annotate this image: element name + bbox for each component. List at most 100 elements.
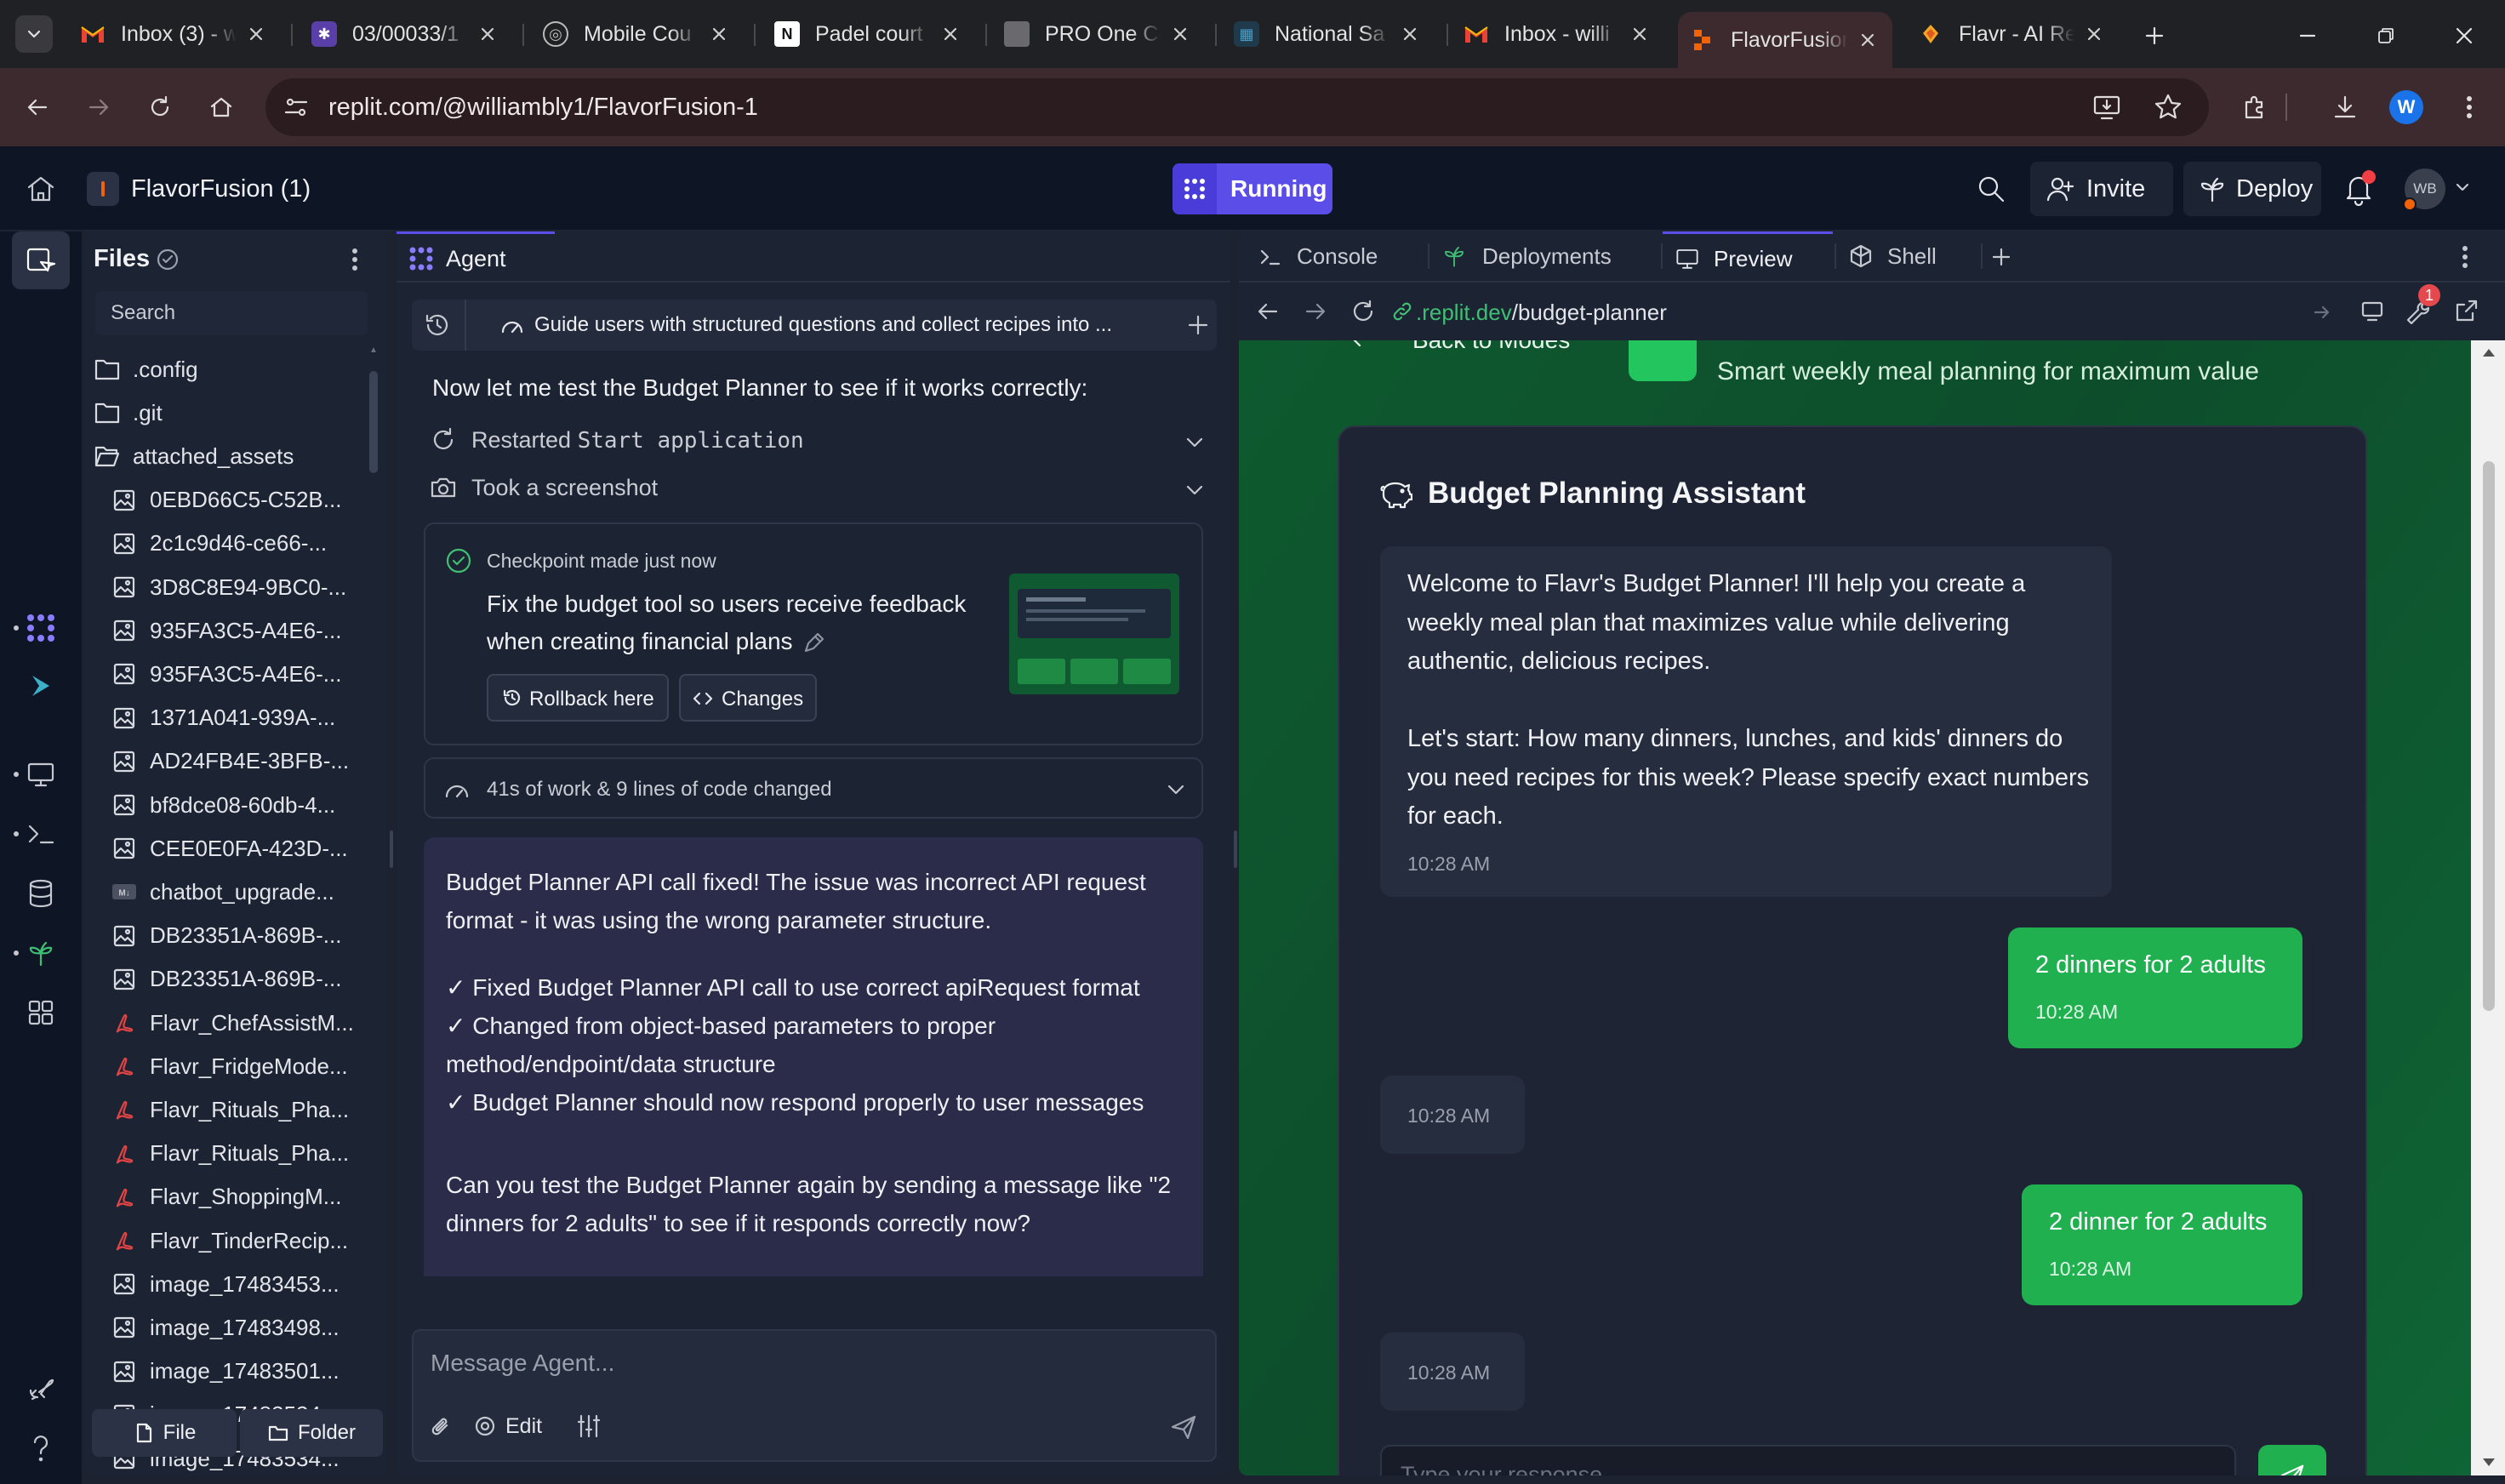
install-app-icon[interactable] (2091, 92, 2122, 123)
new-thread-plus-icon[interactable] (1186, 313, 1210, 337)
arrow-left-icon[interactable] (1256, 300, 1280, 323)
forward-button[interactable] (78, 87, 119, 128)
database-icon[interactable] (22, 875, 60, 912)
learn-rocket-icon[interactable] (22, 1370, 60, 1407)
file-item[interactable]: 935FA3C5-A4E6-... (111, 655, 366, 693)
more-vertical-icon[interactable] (2461, 245, 2469, 269)
file-item[interactable]: 935FA3C5-A4E6-... (111, 612, 366, 649)
files-icon[interactable] (22, 242, 60, 279)
browser-tab[interactable]: ◎ Mobile Cou (531, 12, 744, 56)
response-input[interactable]: Type your response... (1380, 1445, 2236, 1475)
agent-icon[interactable] (22, 609, 60, 647)
run-button[interactable]: Running (1173, 163, 1332, 214)
bookmark-star-icon[interactable] (2153, 92, 2183, 123)
home-button[interactable] (201, 87, 242, 128)
browser-tab[interactable]: Inbox (3) - w (68, 12, 281, 56)
close-icon[interactable] (1627, 21, 1652, 47)
changes-button[interactable]: Changes (679, 674, 817, 722)
close-window-button[interactable] (2445, 17, 2483, 54)
profile-avatar[interactable]: W (2389, 90, 2423, 124)
preview-scrollbar[interactable] (2471, 340, 2505, 1475)
file-item[interactable]: 1371A041-939A-... (111, 699, 366, 737)
browser-tab[interactable]: Inbox - willi (1452, 12, 1664, 56)
extensions-button[interactable] (2234, 87, 2275, 128)
add-tab-plus-icon[interactable] (1991, 247, 2011, 267)
file-item[interactable]: DB23351A-869B-... (111, 961, 366, 998)
devices-icon[interactable] (2360, 298, 2388, 325)
notifications-bell-icon[interactable] (2343, 170, 2376, 206)
folder-item[interactable]: .git (94, 394, 362, 431)
action-row-restart[interactable]: Restarted Start application (429, 420, 1212, 459)
file-item[interactable]: CEE0E0FA-423D-... (111, 830, 366, 867)
minimize-window-button[interactable] (2289, 17, 2326, 54)
downloads-button[interactable] (2325, 87, 2365, 128)
preview-url-input[interactable]: .replit.dev/budget-planner (1392, 289, 2342, 334)
close-icon[interactable] (1855, 27, 1880, 53)
preview-monitor-icon[interactable] (22, 756, 60, 793)
address-bar[interactable]: replit.com/@williambly1/FlavorFusion-1 (265, 78, 2209, 136)
file-item[interactable]: image_17483498... (111, 1309, 366, 1346)
home-icon[interactable] (24, 172, 58, 206)
file-item[interactable]: Flavr_Rituals_Pha... (111, 1135, 366, 1173)
arrow-right-icon[interactable] (2313, 303, 2331, 322)
file-item[interactable]: image_17483453... (111, 1265, 366, 1303)
files-search-input[interactable]: Search (94, 289, 369, 337)
tab-deployments[interactable]: Deployments (1429, 231, 1659, 281)
edit-mode-button[interactable]: Edit (473, 1407, 558, 1445)
browser-tab[interactable]: Flavr - AI Re (1906, 12, 2119, 56)
tab-shell[interactable]: Shell (1836, 231, 1981, 281)
new-file-button[interactable]: File (92, 1409, 237, 1457)
file-item[interactable]: Flavr_ShoppingM... (111, 1179, 366, 1216)
send-icon[interactable] (1169, 1413, 1198, 1441)
thread-title[interactable]: Guide users with structured questions an… (534, 313, 1112, 337)
open-in-new-tab-icon[interactable] (2454, 298, 2479, 323)
browser-tab-active[interactable]: FlavorFusion (1678, 12, 1892, 68)
pencil-icon[interactable] (802, 631, 825, 655)
tab-agent[interactable]: Agent (397, 231, 555, 281)
files-menu-button[interactable] (351, 247, 359, 272)
all-tools-grid-icon[interactable] (22, 994, 60, 1031)
sliders-icon[interactable] (575, 1413, 602, 1440)
file-item[interactable]: 3D8C8E94-9BC0-... (111, 568, 366, 606)
panel-resize-handle[interactable] (1234, 830, 1237, 868)
file-item[interactable]: AD24FB4E-3BFB-... (111, 743, 366, 780)
invite-button[interactable]: Invite (2030, 162, 2173, 216)
deploy-button[interactable]: Deploy (2183, 162, 2321, 216)
back-button[interactable] (17, 87, 58, 128)
send-response-button[interactable] (2258, 1445, 2326, 1475)
browser-tab[interactable]: N Padel court (762, 12, 975, 56)
deployments-icon[interactable] (22, 934, 60, 972)
console-icon[interactable] (22, 815, 60, 853)
work-summary-row[interactable]: 41s of work & 9 lines of code changed (424, 757, 1203, 819)
history-icon[interactable] (424, 311, 451, 339)
restore-window-button[interactable] (2367, 17, 2405, 54)
folder-item[interactable]: .config (94, 351, 362, 388)
close-icon[interactable] (475, 21, 500, 47)
tab-preview-active[interactable]: Preview (1663, 231, 1833, 281)
help-icon[interactable] (22, 1430, 60, 1467)
file-item[interactable]: Flavr_ChefAssistM... (111, 1004, 366, 1042)
browser-tab[interactable]: PRO One Cc (992, 12, 1205, 56)
chevron-down-icon[interactable] (2454, 179, 2471, 196)
devtools-button[interactable]: 1 (2405, 284, 2440, 327)
back-to-modes-link[interactable]: Back to Modes (1412, 340, 1570, 354)
browser-menu-button[interactable] (2449, 87, 2490, 128)
panel-resize-handle[interactable] (390, 830, 393, 868)
rollback-button[interactable]: Rollback here (487, 674, 669, 722)
file-item[interactable]: Flavr_FridgeMode... (111, 1047, 366, 1085)
new-tab-button[interactable] (2136, 17, 2173, 54)
close-icon[interactable] (706, 21, 732, 47)
checkpoint-screenshot-thumbnail[interactable] (1009, 574, 1179, 694)
arrow-right-icon[interactable] (1304, 300, 1327, 323)
paperclip-icon[interactable] (429, 1414, 454, 1440)
close-icon[interactable] (243, 21, 269, 47)
file-item[interactable]: Flavr_TinderRecip... (111, 1222, 366, 1259)
file-item[interactable]: Flavr_Rituals_Pha... (111, 1091, 366, 1128)
file-item[interactable]: DB23351A-869B-... (111, 917, 366, 955)
action-row-screenshot[interactable]: Took a screenshot (429, 468, 1212, 507)
search-icon[interactable] (1976, 174, 2006, 204)
reload-icon[interactable] (1350, 298, 1377, 325)
browser-tab[interactable]: ✱ 03/00033/1 (300, 12, 512, 56)
reload-button[interactable] (140, 87, 180, 128)
new-folder-button[interactable]: Folder (240, 1409, 383, 1457)
